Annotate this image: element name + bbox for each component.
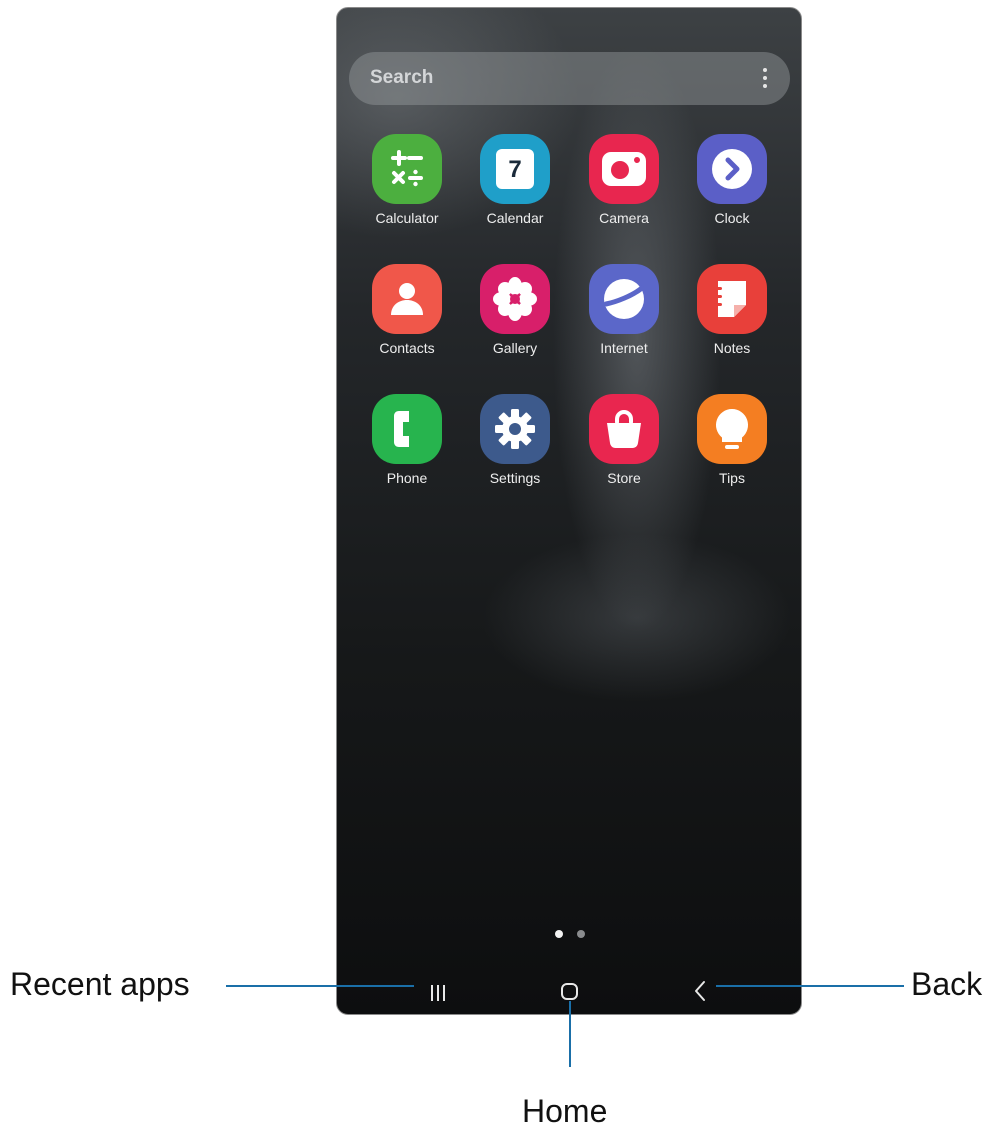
back-icon[interactable] bbox=[693, 979, 707, 1007]
home-callout-line bbox=[569, 1001, 571, 1067]
more-vertical-icon[interactable] bbox=[762, 66, 768, 92]
home-icon[interactable] bbox=[561, 983, 578, 1000]
app-label: Internet bbox=[600, 340, 648, 356]
recent-apps-callout-line bbox=[226, 985, 414, 987]
recent-apps-callout: Recent apps bbox=[10, 966, 190, 1002]
camera-icon bbox=[589, 134, 659, 204]
app-camera[interactable]: Camera bbox=[574, 134, 674, 244]
app-label: Notes bbox=[713, 340, 751, 356]
app-calculator[interactable]: Calculator bbox=[357, 134, 457, 244]
internet-icon bbox=[589, 264, 659, 334]
calculator-icon bbox=[372, 134, 442, 204]
app-clock[interactable]: Clock bbox=[682, 134, 782, 244]
calendar-icon: 7 bbox=[480, 134, 550, 204]
app-tips[interactable]: Tips bbox=[682, 394, 782, 504]
app-label: Calculator bbox=[375, 210, 439, 226]
app-calendar[interactable]: 7 Calendar bbox=[465, 134, 565, 244]
app-label: Gallery bbox=[492, 340, 538, 356]
settings-icon bbox=[480, 394, 550, 464]
search-bar[interactable]: Search bbox=[349, 52, 790, 105]
search-placeholder: Search bbox=[370, 67, 434, 88]
contacts-icon bbox=[372, 264, 442, 334]
app-label: Contacts bbox=[379, 340, 435, 356]
app-store[interactable]: Store bbox=[574, 394, 674, 504]
app-label: Store bbox=[607, 470, 641, 486]
app-label: Clock bbox=[714, 210, 750, 226]
app-notes[interactable]: Notes bbox=[682, 264, 782, 374]
app-internet[interactable]: Internet bbox=[574, 264, 674, 374]
home-callout: Home bbox=[522, 1093, 608, 1129]
app-contacts[interactable]: Contacts bbox=[357, 264, 457, 374]
back-callout-line bbox=[716, 985, 904, 987]
app-label: Tips bbox=[719, 470, 745, 486]
back-callout: Back bbox=[911, 966, 983, 1002]
phone-icon bbox=[372, 394, 442, 464]
tips-icon bbox=[697, 394, 767, 464]
app-label: Settings bbox=[489, 470, 541, 486]
app-phone[interactable]: Phone bbox=[357, 394, 457, 504]
notes-icon bbox=[697, 264, 767, 334]
gallery-icon bbox=[480, 264, 550, 334]
app-label: Phone bbox=[386, 470, 428, 486]
calendar-day: 7 bbox=[508, 156, 522, 183]
clock-icon bbox=[697, 134, 767, 204]
store-icon bbox=[589, 394, 659, 464]
app-settings[interactable]: Settings bbox=[465, 394, 565, 504]
recent-apps-icon[interactable] bbox=[429, 985, 449, 1001]
app-gallery[interactable]: Gallery bbox=[465, 264, 565, 374]
app-label: Calendar bbox=[486, 210, 544, 226]
phone-screen: Search Calculator 7 Calendar Camera Cloc… bbox=[336, 7, 802, 1015]
page-dot[interactable] bbox=[577, 930, 585, 938]
page-dot-active[interactable] bbox=[555, 930, 563, 938]
app-label: Camera bbox=[599, 210, 649, 226]
